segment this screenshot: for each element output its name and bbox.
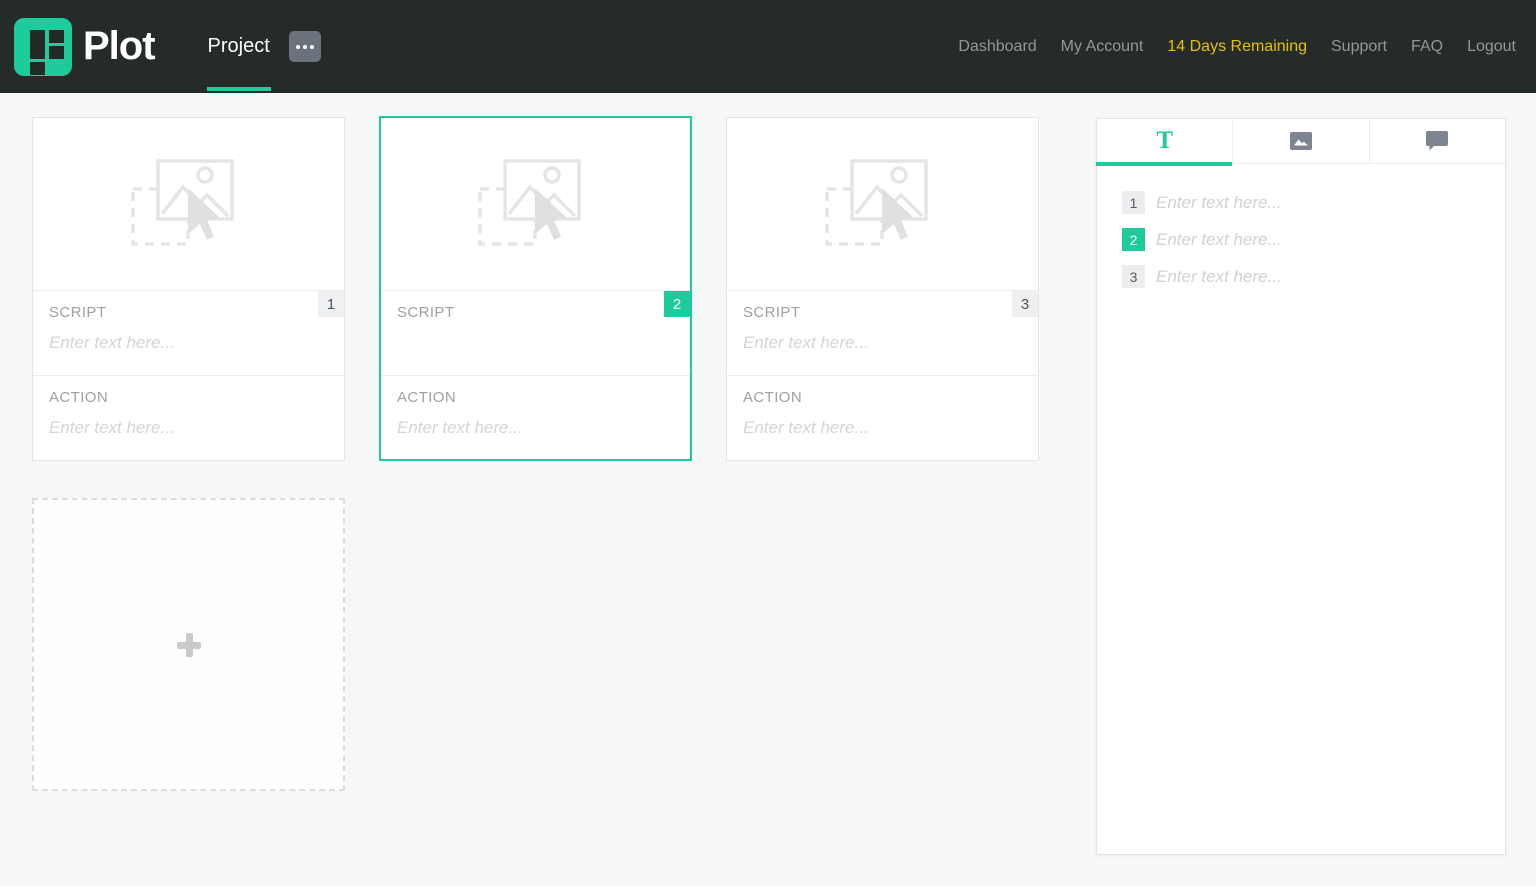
side-panel-tabs: T	[1097, 119, 1505, 164]
nav-support[interactable]: Support	[1331, 38, 1387, 56]
project-more-button[interactable]	[289, 31, 321, 62]
card-1-script-label: SCRIPT	[49, 304, 106, 321]
card-2-action-section: ACTION Enter text here...	[381, 376, 690, 461]
tab-project[interactable]: Project	[207, 0, 271, 93]
card-3-action-section: ACTION Enter text here...	[727, 376, 1038, 461]
editor-side-panel: T 1 Enter text here... 2	[1096, 118, 1506, 855]
card-3-script-section: 3 SCRIPT Enter text here...	[727, 291, 1038, 376]
text-tab-icon: T	[1156, 127, 1173, 155]
nav-dashboard[interactable]: Dashboard	[958, 38, 1036, 56]
nav-logout[interactable]: Logout	[1467, 38, 1516, 56]
card-1-action-input[interactable]: Enter text here...	[49, 418, 175, 438]
nav-days-remaining[interactable]: 14 Days Remaining	[1167, 38, 1307, 56]
storyboard-card-1: 1 SCRIPT Enter text here... ACTION Enter…	[32, 117, 345, 461]
text-row-1[interactable]: 1 Enter text here...	[1122, 191, 1505, 214]
card-2-action-label: ACTION	[397, 389, 456, 406]
app-title: Plot	[83, 24, 155, 69]
storyboard-card-3: 3 SCRIPT Enter text here... ACTION Enter…	[726, 117, 1039, 461]
card-1-script-section: 1 SCRIPT Enter text here...	[33, 291, 344, 376]
text-row-3-badge: 3	[1122, 265, 1145, 288]
text-row-2-input[interactable]: Enter text here...	[1156, 230, 1282, 250]
card-3-action-label: ACTION	[743, 389, 802, 406]
card-1-action-section: ACTION Enter text here...	[33, 376, 344, 461]
plus-icon	[177, 633, 201, 657]
image-placeholder-icon	[477, 158, 595, 250]
card-1-action-label: ACTION	[49, 389, 108, 406]
card-2-number-badge: 2	[664, 291, 690, 317]
image-tab-icon	[1290, 132, 1312, 150]
card-1-number-badge: 1	[318, 291, 344, 317]
top-nav: Dashboard My Account 14 Days Remaining S…	[958, 38, 1516, 56]
plot-logo-icon	[14, 18, 72, 76]
nav-my-account[interactable]: My Account	[1061, 38, 1144, 56]
card-2-script-section: 2 SCRIPT	[381, 291, 690, 376]
plot-logo[interactable]: Plot	[14, 18, 155, 76]
card-3-script-label: SCRIPT	[743, 304, 800, 321]
card-2-script-label: SCRIPT	[397, 304, 454, 321]
project-tab-label: Project	[207, 35, 271, 58]
ellipsis-icon	[296, 45, 314, 49]
add-card-button[interactable]	[32, 498, 345, 791]
text-row-2[interactable]: 2 Enter text here...	[1122, 228, 1505, 251]
tab-image[interactable]	[1232, 119, 1368, 163]
text-rows-list: 1 Enter text here... 2 Enter text here..…	[1097, 164, 1505, 288]
app-header: Plot Project Dashboard My Account 14 Day…	[0, 0, 1536, 93]
card-3-action-input[interactable]: Enter text here...	[743, 418, 869, 438]
tab-comment[interactable]	[1369, 119, 1505, 163]
text-row-2-badge: 2	[1122, 228, 1145, 251]
card-1-script-input[interactable]: Enter text here...	[49, 333, 175, 353]
card-1-image-dropzone[interactable]	[33, 118, 344, 291]
storyboard-card-2: 2 SCRIPT ACTION Enter text here...	[379, 116, 692, 461]
image-placeholder-icon	[130, 158, 248, 250]
image-placeholder-icon	[824, 158, 942, 250]
tab-text[interactable]: T	[1097, 119, 1232, 163]
card-3-script-input[interactable]: Enter text here...	[743, 333, 869, 353]
card-3-number-badge: 3	[1012, 291, 1038, 317]
card-3-image-dropzone[interactable]	[727, 118, 1038, 291]
nav-faq[interactable]: FAQ	[1411, 38, 1443, 56]
text-row-3[interactable]: 3 Enter text here...	[1122, 265, 1505, 288]
plot-storyboard-app: Plot Project Dashboard My Account 14 Day…	[0, 0, 1536, 886]
text-row-1-input[interactable]: Enter text here...	[1156, 193, 1282, 213]
comment-tab-icon	[1426, 131, 1448, 151]
text-row-1-badge: 1	[1122, 191, 1145, 214]
text-row-3-input[interactable]: Enter text here...	[1156, 267, 1282, 287]
card-2-action-input[interactable]: Enter text here...	[397, 418, 523, 438]
card-2-image-dropzone[interactable]	[381, 118, 690, 291]
